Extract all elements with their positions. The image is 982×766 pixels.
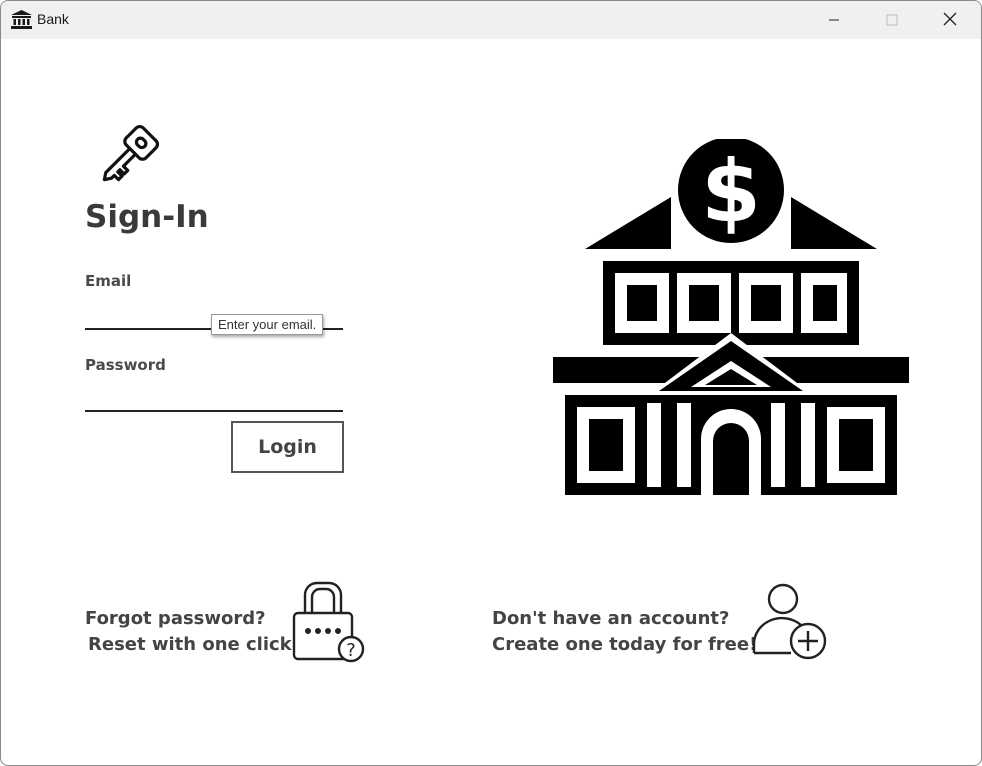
close-button[interactable] [921,1,979,39]
minimize-button[interactable] [805,1,863,39]
forgot-password-link[interactable]: Forgot password? Reset with one click! [85,606,300,658]
key-icon [91,121,163,193]
svg-text:?: ? [346,640,356,661]
email-label: Email [85,272,132,290]
window-title: Bank [37,11,69,27]
password-label: Password [85,356,166,374]
password-input[interactable] [85,388,343,412]
minimize-icon [828,11,840,30]
email-tooltip: Enter your email. [211,314,324,335]
bank-building-icon [11,10,32,29]
title-bar[interactable]: Bank [1,1,981,39]
page-title: Sign-In [85,199,209,235]
maximize-button[interactable] [863,1,921,39]
lock-question-icon[interactable]: ? [291,579,367,665]
create-account-link[interactable]: Don't have an account? Create one today … [492,606,757,658]
signup-line1: Don't have an account? [492,608,730,629]
forgot-line2: Reset with one click! [88,634,300,655]
main-content: Sign-In Email Enter your email. Password… [1,39,981,765]
close-icon [943,11,957,30]
maximize-icon [886,11,898,30]
add-user-icon[interactable] [751,581,831,663]
svg-text:$: $ [701,142,761,242]
signup-line2: Create one today for free! [492,634,758,655]
forgot-line1: Forgot password? [85,608,266,629]
app-window: Bank Sign-In Email Enter your email. Pas… [0,0,982,766]
bank-dollar-icon: $ [553,133,909,495]
login-button[interactable]: Login [231,421,344,473]
